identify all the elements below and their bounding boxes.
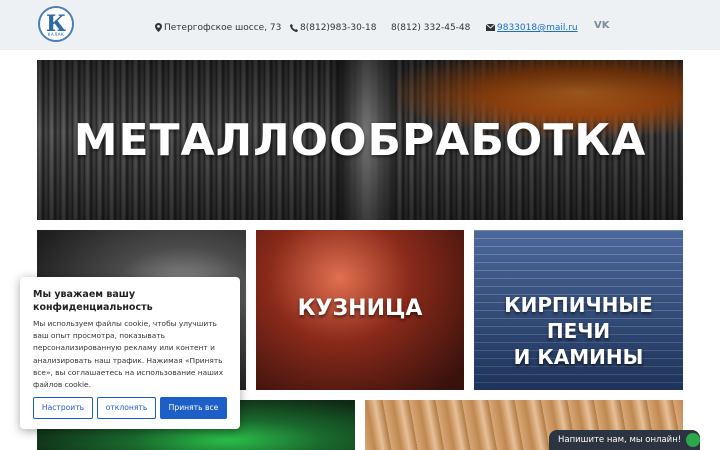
chat-widget-label[interactable]: Напишите нам, мы онлайн!: [558, 434, 681, 446]
header-phone-2[interactable]: 8(812) 332-45-48: [391, 22, 470, 34]
logo-caption: КАЛАК: [47, 32, 65, 37]
phone-1-text[interactable]: 8(812)983-30-18: [300, 23, 377, 33]
cookie-description: Мы используем файлы cookie, чтобы улучши…: [33, 319, 224, 390]
tile-stoves-title: КИРПИЧНЫЕ ПЕЧИ И КАМИНЫ: [474, 292, 683, 370]
cookie-accept-button[interactable]: Принять все: [160, 397, 227, 419]
tile-stoves-title-line1: КИРПИЧНЫЕ ПЕЧИ: [504, 293, 653, 343]
tile-brick-stoves[interactable]: КИРПИЧНЫЕ ПЕЧИ И КАМИНЫ: [474, 230, 683, 390]
hero-title: МЕТАЛЛООБРАБОТКА: [73, 115, 647, 166]
email-link[interactable]: 9833018@mail.ru: [497, 23, 578, 33]
phone-2-text[interactable]: 8(812) 332-45-48: [391, 23, 470, 33]
header-address: Петергофское шоссе, 73: [155, 22, 281, 34]
site-logo[interactable]: К КАЛАК: [38, 6, 74, 42]
tile-forge-title: КУЗНИЦА: [297, 296, 423, 321]
phone-icon: [290, 23, 298, 32]
cookie-title: Мы уважаем вашу конфиденциальность: [33, 289, 153, 313]
cookie-settings-button[interactable]: Настроить: [33, 397, 93, 419]
vk-icon[interactable]: VK: [594, 20, 610, 31]
cookie-reject-button[interactable]: отклонять: [97, 397, 156, 419]
site-header: К КАЛАК Петергофское шоссе, 73 8(812)983…: [0, 0, 720, 50]
header-phone-1[interactable]: 8(812)983-30-18: [290, 22, 377, 34]
whatsapp-icon[interactable]: [686, 433, 700, 447]
address-text: Петергофское шоссе, 73: [164, 23, 282, 33]
chat-widget[interactable]: Напишите нам, мы онлайн!: [549, 430, 700, 450]
header-email[interactable]: 9833018@mail.ru: [485, 22, 578, 34]
map-marker-icon: [155, 23, 162, 32]
cookie-consent-dialog: Мы уважаем вашу конфиденциальность Мы ис…: [20, 277, 240, 429]
tile-forge[interactable]: КУЗНИЦА: [256, 230, 464, 390]
tile-stoves-title-line2: И КАМИНЫ: [513, 345, 644, 369]
envelope-icon: [485, 23, 496, 31]
hero-banner-metalworking[interactable]: МЕТАЛЛООБРАБОТКА: [37, 60, 683, 220]
